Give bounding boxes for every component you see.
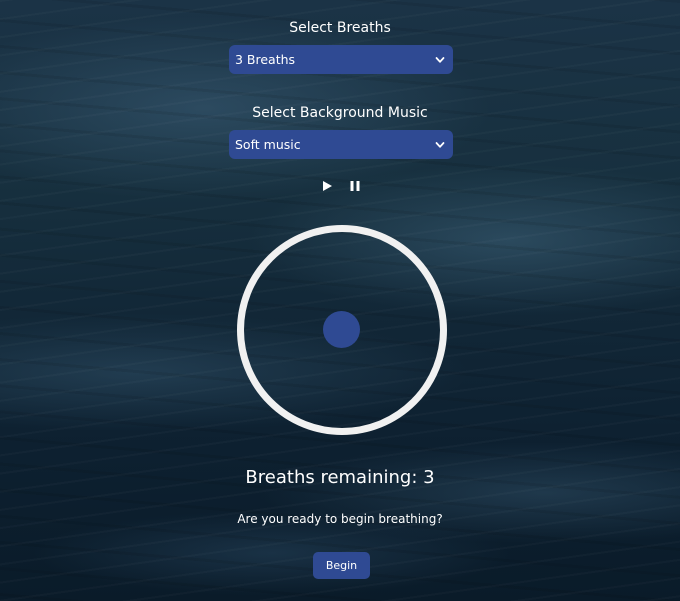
pause-icon <box>350 181 360 191</box>
music-select[interactable]: Soft music <box>229 130 453 159</box>
begin-button[interactable]: Begin <box>313 552 370 579</box>
breaths-remaining: Breaths remaining: 3 <box>245 467 435 488</box>
chevron-down-icon <box>435 56 445 63</box>
breaths-select[interactable]: 3 Breaths <box>229 45 453 74</box>
breaths-label: Select Breaths <box>289 20 391 36</box>
chevron-down-icon <box>435 141 445 148</box>
ready-prompt: Are you ready to begin breathing? <box>237 512 443 526</box>
breathing-dot <box>323 311 360 348</box>
music-select-value: Soft music <box>235 137 301 152</box>
play-button[interactable] <box>318 177 336 195</box>
breaths-select-value: 3 Breaths <box>235 52 296 67</box>
pause-button[interactable] <box>346 177 364 195</box>
play-icon <box>323 181 332 191</box>
music-label: Select Background Music <box>252 105 428 121</box>
music-controls <box>318 177 364 195</box>
